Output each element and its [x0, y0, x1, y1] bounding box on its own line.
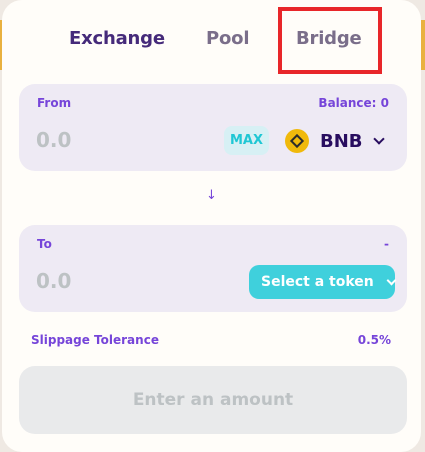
from-panel: From Balance: 0 0.0 MAX BNB — [19, 84, 407, 171]
bridge-highlight-box — [278, 7, 382, 74]
bnb-logo-icon — [285, 129, 309, 153]
from-token-select[interactable]: BNB — [285, 126, 385, 156]
from-label: From — [37, 96, 72, 110]
from-amount-input[interactable]: 0.0 — [36, 128, 71, 152]
to-label: To — [37, 237, 52, 251]
slippage-tolerance-value: 0.5% — [357, 333, 391, 347]
max-button[interactable]: MAX — [224, 126, 269, 155]
from-token-name: BNB — [320, 130, 363, 152]
enter-amount-button[interactable]: Enter an amount — [19, 366, 407, 434]
balance-label: Balance: 0 — [318, 96, 389, 110]
slippage-tolerance-label: Slippage Tolerance — [31, 333, 159, 347]
select-token-button[interactable]: Select a token — [249, 265, 397, 299]
to-balance-label: - — [384, 237, 389, 251]
tab-pool[interactable]: Pool — [206, 28, 249, 49]
to-panel: To - 0.0 Select a token — [19, 225, 407, 312]
to-amount-input[interactable]: 0.0 — [36, 269, 71, 293]
select-token-label: Select a token — [261, 274, 374, 290]
chevron-down-icon — [372, 133, 385, 145]
swap-card: Exchange Pool Bridge From Balance: 0 0.0… — [2, 0, 421, 452]
tab-exchange[interactable]: Exchange — [69, 28, 165, 49]
swap-direction-arrow-icon[interactable]: ↓ — [206, 188, 217, 203]
chevron-down-icon — [386, 275, 397, 285]
